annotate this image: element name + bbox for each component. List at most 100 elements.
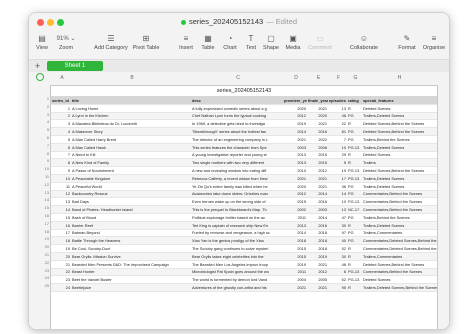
table-cell[interactable]: 6 (328, 268, 347, 277)
table-cell[interactable]: 2015 (307, 151, 328, 160)
comment-button[interactable]: ▭ Comment (307, 33, 333, 51)
table-cell[interactable]: 2011 (283, 213, 307, 222)
table-cell[interactable]: 15 (51, 213, 71, 222)
table-cell[interactable]: 30 (328, 221, 347, 230)
table-cell[interactable]: PG-13 (347, 275, 362, 285)
table-cell[interactable]: Commentaries,Behind the Scenes (362, 205, 437, 214)
table-cell[interactable]: 2021 (307, 182, 328, 191)
data-table[interactable]: series_202405152143 series_id title desc… (50, 85, 438, 329)
table-cell[interactable]: R (347, 158, 362, 168)
row-number[interactable]: 13 (31, 189, 49, 197)
table-cell[interactable]: R (347, 104, 362, 113)
table-cell[interactable]: 12 (51, 190, 71, 199)
add-sheet-button[interactable]: + (35, 60, 40, 72)
column-header-c[interactable]: C (192, 75, 284, 82)
table-cell[interactable]: 2018 (307, 229, 328, 238)
table-cell[interactable]: Barrier Reef (71, 221, 191, 230)
row-number[interactable]: 23 (31, 267, 49, 275)
table-cell[interactable]: A Man Called Harry Brent (71, 135, 191, 144)
row-number[interactable]: 12 (31, 181, 49, 189)
format-button[interactable]: ✎ Format (397, 33, 417, 51)
table-cell[interactable]: PG-13 (347, 166, 362, 175)
row-number[interactable]: 15 (31, 204, 49, 212)
table-cell[interactable]: 11 (51, 182, 71, 191)
table-cell[interactable]: 16 (51, 221, 71, 230)
table-cell[interactable]: 2016 (307, 197, 328, 207)
table-cell[interactable]: Be Cool, Scooby-Doo! (71, 244, 191, 253)
zoom-button[interactable]: 91% ⌄ Zoom (55, 33, 77, 51)
table-cell[interactable]: 2022 (307, 135, 328, 144)
table-cell[interactable]: PG (347, 112, 362, 121)
table-cell[interactable]: PG (347, 190, 362, 199)
column-header-g[interactable]: G (348, 75, 363, 82)
row-number[interactable]: 10 (31, 165, 49, 173)
table-cell[interactable]: R (347, 244, 362, 253)
row-number[interactable]: 2 (31, 103, 49, 111)
table-cell[interactable]: 14 (51, 205, 71, 214)
table-cell[interactable]: 2021 (283, 174, 307, 183)
table-cell[interactable]: This is the prequel to Blackbeard's Map.… (191, 205, 283, 214)
table-cell[interactable]: 2021 (307, 104, 328, 113)
table-cell[interactable]: Trailers,Deleted Scenes (362, 174, 437, 183)
table-cell[interactable]: 2 (51, 112, 71, 121)
table-cell[interactable]: 22 (328, 119, 347, 129)
table-cell[interactable]: Adventures of the ghostly con-artist and… (191, 283, 283, 292)
table-title[interactable]: series_202405152143 (51, 86, 437, 97)
table-cell[interactable]: 13 (51, 197, 71, 207)
table-cell[interactable]: Trailers,Commentaries (362, 252, 437, 261)
row-number[interactable]: 8 (31, 150, 49, 158)
table-cell[interactable]: A Need to Kill (71, 151, 191, 160)
table-cell[interactable]: 2005 (307, 275, 328, 285)
collaborate-button[interactable]: ☺ Collaborate (349, 33, 379, 51)
table-cell[interactable]: 2014 (307, 190, 328, 199)
table-cell[interactable]: 2015 (283, 244, 307, 253)
header-cell[interactable]: title (71, 97, 191, 105)
table-cell[interactable]: 52 (328, 244, 347, 253)
table-cell[interactable]: Trailers,Commentaries (362, 229, 437, 238)
table-cell[interactable]: 30 (328, 252, 347, 261)
row-number[interactable]: 22 (31, 259, 49, 267)
table-cell[interactable]: Backcountry Rescue (71, 190, 191, 199)
table-cell[interactable]: The Scooby gang continues to solve myste… (191, 244, 283, 253)
table-cell[interactable]: 2014 (307, 213, 328, 222)
chart-button[interactable]: ◔ Chart (221, 33, 239, 51)
row-number[interactable]: 3 (31, 111, 49, 119)
table-cell[interactable]: The world is tormented by demon lord Van… (191, 275, 283, 285)
row-number[interactable]: 6 (31, 134, 49, 142)
insert-button[interactable]: ≡ Insert (177, 33, 195, 51)
table-cell[interactable]: 2021 (307, 260, 328, 269)
table-cell[interactable]: Trailers,Deleted Scenes (362, 112, 437, 121)
table-cell[interactable]: Bearded Men Presents D&D: The Improvised… (71, 260, 191, 269)
row-number[interactable]: 16 (31, 212, 49, 220)
table-cell[interactable]: 2012 (307, 166, 328, 175)
row-number[interactable]: 7 (31, 142, 49, 150)
table-cell[interactable]: Fueled by remorse and vengeance, a high … (191, 229, 283, 238)
table-cell[interactable]: PG (347, 127, 362, 136)
table-cell[interactable]: PG (347, 213, 362, 222)
table-cell[interactable]: Beetlejuice (71, 283, 191, 292)
table-cell[interactable]: 2012 (307, 268, 328, 277)
table-cell[interactable]: Bear Grylls takes eight celebrities into… (191, 252, 283, 261)
table-cell[interactable]: 2013 (283, 151, 307, 160)
row-number[interactable]: 5 (31, 126, 49, 134)
table-cell[interactable]: Deleted Scenes (362, 104, 437, 113)
table-cell[interactable]: PG-13 (347, 197, 362, 207)
table-cell[interactable]: Battle Through the Heavens (71, 236, 191, 246)
table-cell[interactable]: Commentaries,Deleted Scenes,Behind the S… (362, 236, 437, 246)
table-cell[interactable]: PG-13 (347, 143, 362, 152)
table-cell[interactable]: 3 (51, 119, 71, 129)
column-header-f[interactable]: F (329, 75, 348, 82)
table-cell[interactable]: Ye Zhi Qu's entire family was killed whe… (191, 182, 283, 191)
table-cell[interactable]: 2020 (307, 112, 328, 121)
table-cell[interactable]: 1 (51, 104, 71, 113)
table-cell[interactable]: PG (347, 236, 362, 246)
table-cell[interactable]: Deleted Scenes,Behind the Scenes (362, 166, 437, 175)
table-cell[interactable]: 47 (328, 213, 347, 222)
row-number[interactable]: 9 (31, 157, 49, 165)
table-cell[interactable]: 10 (328, 197, 347, 207)
view-button[interactable]: ▤ View (33, 33, 51, 51)
table-cell[interactable]: Xiao Yan is the genius prodigy of the Xi… (191, 236, 283, 246)
table-cell[interactable]: A New Kind of Family (71, 158, 191, 168)
table-cell[interactable]: Deleted Scenes,Behind the Scenes (362, 127, 437, 136)
table-cell[interactable]: Microbiologist Pat Spain goes around the… (191, 268, 283, 277)
